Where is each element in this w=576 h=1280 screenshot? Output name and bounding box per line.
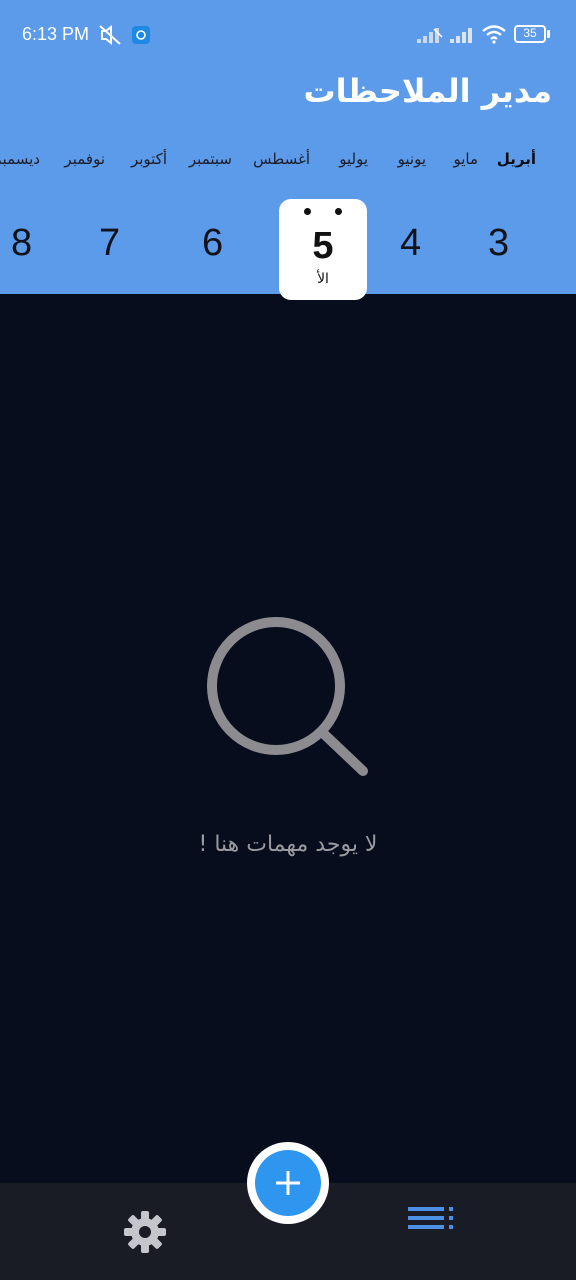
mute-icon (99, 24, 121, 46)
plus-icon (276, 1171, 300, 1195)
month-item[interactable]: ديسمبر (0, 150, 40, 168)
calendar-ring-dot (335, 208, 342, 215)
list-icon[interactable] (408, 1205, 456, 1237)
battery-level: 35 (523, 26, 537, 40)
status-time: 6:13 PM (22, 24, 90, 44)
gear-icon[interactable] (122, 1209, 168, 1255)
month-item[interactable]: أكتوبر (131, 150, 167, 168)
day-item[interactable]: 8 (11, 222, 32, 265)
month-item[interactable]: يونيو (398, 150, 426, 168)
signal-icon (417, 28, 443, 43)
day-item[interactable]: 4 (400, 222, 421, 265)
month-item[interactable]: أغسطس (253, 150, 310, 168)
month-item[interactable]: نوفمبر (64, 150, 105, 168)
month-item[interactable]: مايو (453, 150, 478, 168)
wifi-icon (482, 25, 506, 44)
month-selector: أبريل مايو يونيو يوليو أغسطس سبتمبر أكتو… (0, 150, 576, 180)
day-item[interactable]: 3 (488, 222, 509, 265)
signal-icon-2 (450, 28, 472, 43)
day-item[interactable]: 7 (99, 222, 120, 265)
add-task-button[interactable] (247, 1142, 329, 1224)
day-selector: 3 4 5 الأ 6 7 8 (0, 196, 576, 302)
calendar-ring-dot (304, 208, 311, 215)
app-title: مدير الملاحظات (303, 72, 553, 110)
battery-icon: 35 (514, 25, 550, 43)
month-item[interactable]: سبتمبر (189, 150, 232, 168)
selected-day-number: 5 (312, 225, 334, 267)
selected-day[interactable]: 5 الأ (279, 199, 367, 300)
month-item[interactable]: يوليو (339, 150, 368, 168)
search-icon (207, 617, 368, 776)
app-header: 6:13 PM 35 مدير الملاحظات أبريل مايو يون… (0, 0, 576, 300)
month-item[interactable]: أبريل (497, 150, 536, 168)
app-notification-icon (132, 26, 150, 44)
status-bar: 6:13 PM 35 (0, 0, 576, 68)
selected-day-weekday: الأ (317, 271, 329, 287)
empty-state-message: لا يوجد مهمات هنا ! (198, 832, 378, 857)
day-item[interactable]: 6 (202, 222, 223, 265)
add-task-button-fill (255, 1150, 321, 1216)
